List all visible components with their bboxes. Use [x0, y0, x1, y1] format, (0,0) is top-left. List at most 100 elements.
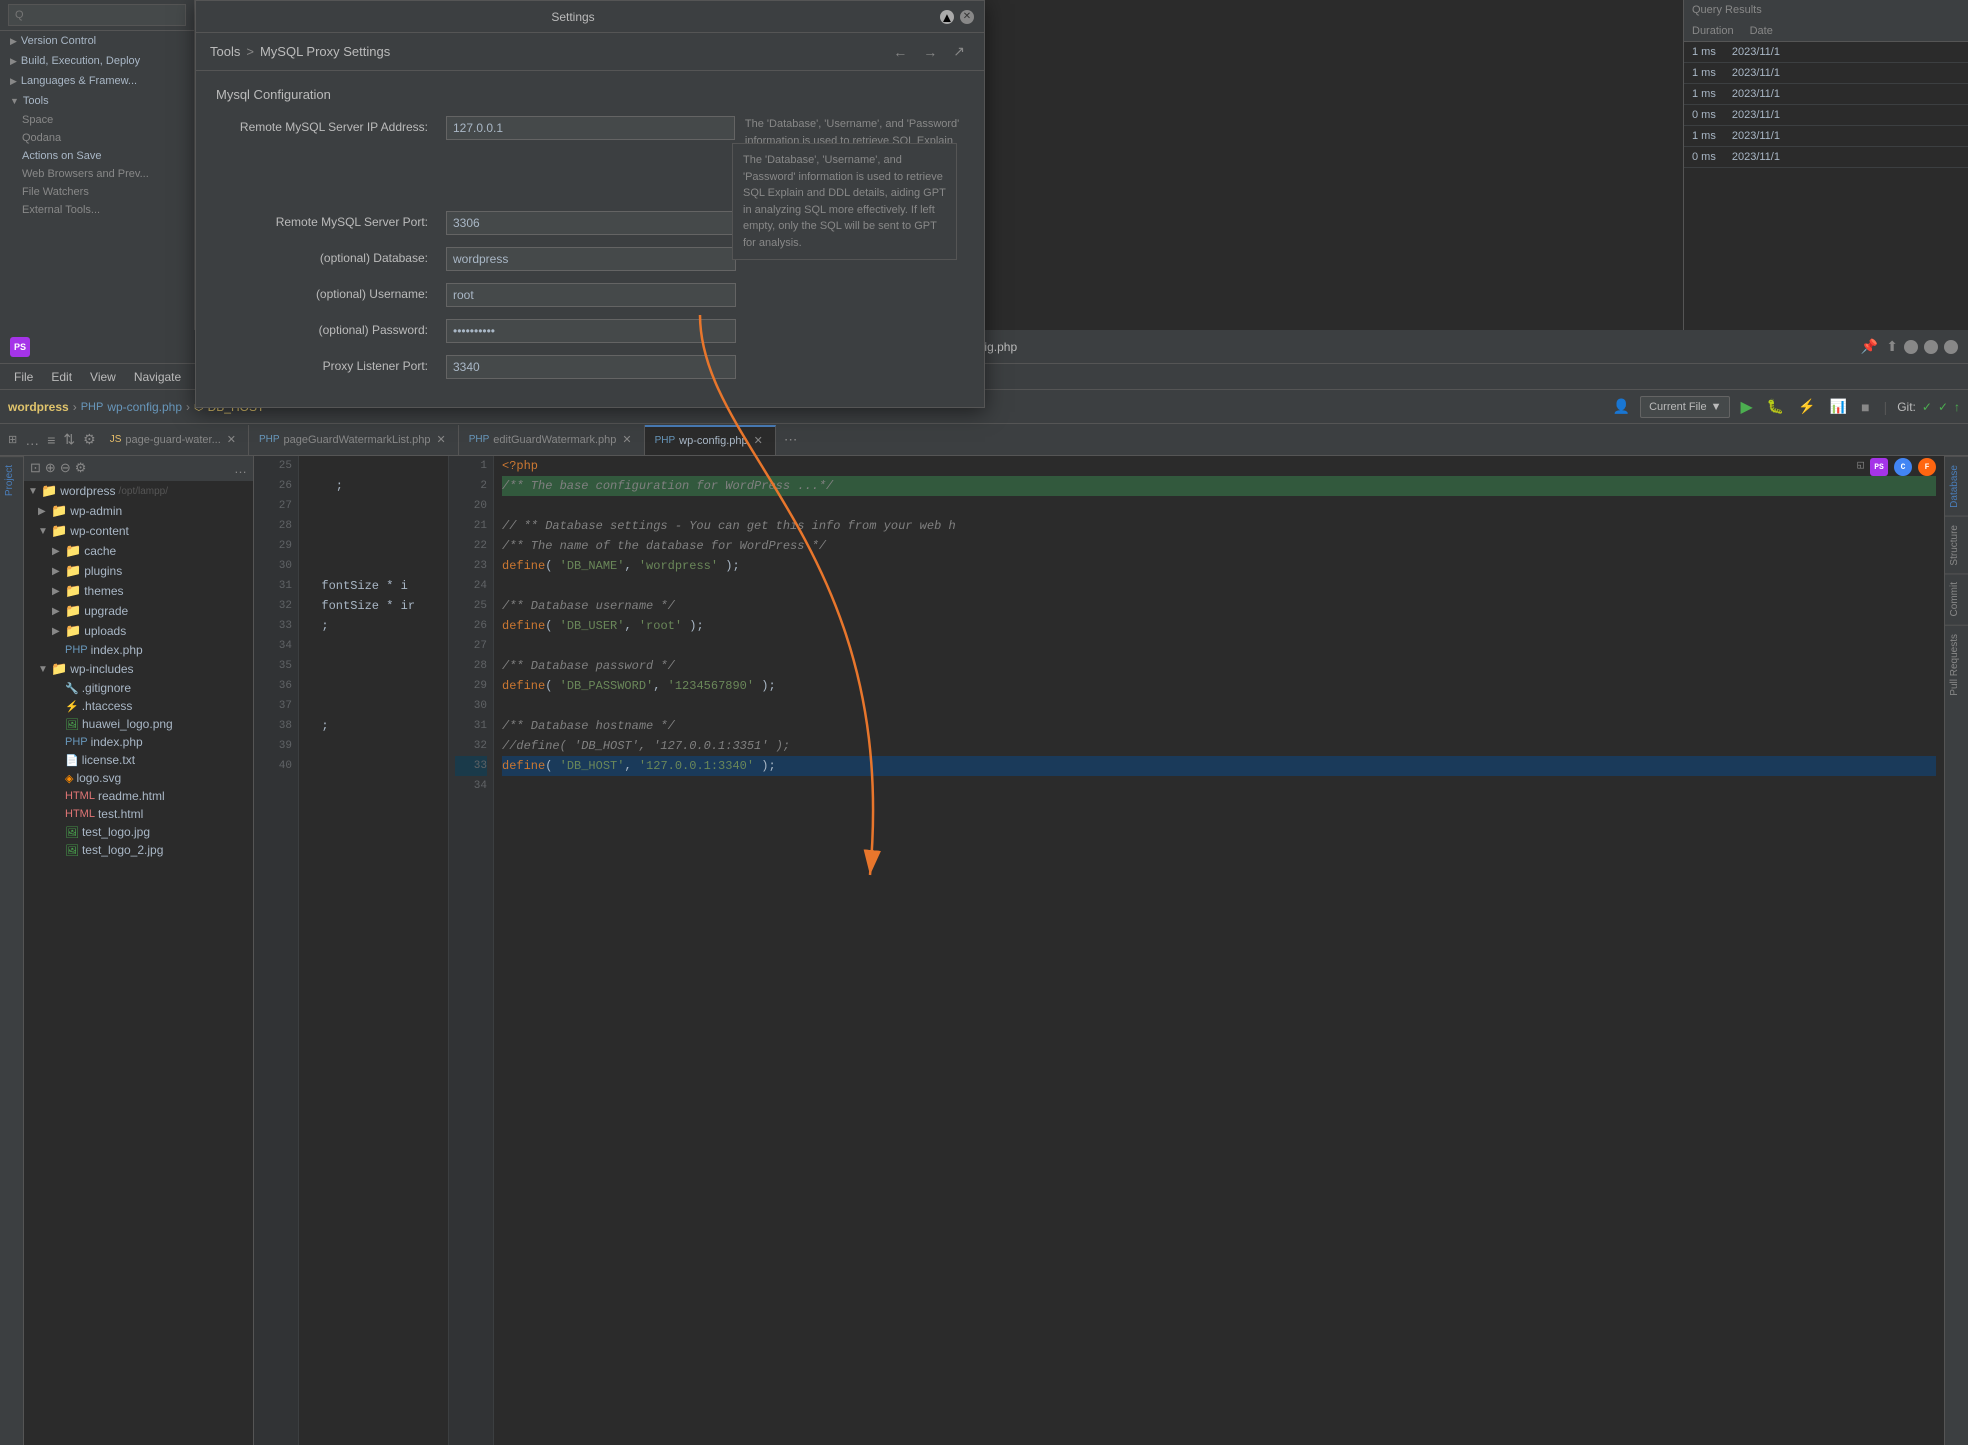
ln-30: 30 [260, 556, 292, 576]
tab-close-edit-guard[interactable]: ✕ [620, 433, 633, 446]
panel-label-project[interactable]: Project [0, 456, 23, 504]
right-panel-commit[interactable]: Commit [1945, 573, 1968, 624]
tab-close-wp-config[interactable]: ✕ [752, 434, 765, 447]
tree-item-index-php-1[interactable]: ▶ PHP index.php [24, 641, 253, 659]
tree-item-test-logo-2[interactable]: ▶ 🖼 test_logo_2.jpg [24, 841, 253, 859]
password-input[interactable] [446, 319, 736, 343]
tree-item-cache[interactable]: ▶ 📁 cache [24, 541, 253, 561]
tab-more-button[interactable]: ⋯ [776, 428, 805, 452]
tab-page-guard-list[interactable]: PHP pageGuardWatermarkList.php ✕ [249, 425, 459, 455]
tree-item-htaccess[interactable]: ▶ ⚡ .htaccess [24, 697, 253, 715]
sidebar-item-tools[interactable]: ▼ Tools [0, 91, 194, 111]
tree-btn-settings[interactable]: ⚙ [75, 460, 87, 476]
tab-edit-guard[interactable]: PHP editGuardWatermark.php ✕ [459, 425, 645, 455]
database-input[interactable] [446, 247, 736, 271]
sidebar-item-qodana[interactable]: Qodana [0, 129, 194, 147]
code-area-left[interactable]: ; fontSize * i fontSize * ir ; ; [299, 456, 448, 1445]
tab-close-page-guard[interactable]: ✕ [225, 433, 238, 446]
tree-item-uploads[interactable]: ▶ 📁 uploads [24, 621, 253, 641]
remote-ip-input[interactable] [446, 116, 735, 140]
query-results-panel: Query Results Duration Date 1 ms 2023/11… [1683, 0, 1968, 330]
tree-item-root[interactable]: ▼ 📁 wordpress /opt/lampp/ [24, 481, 253, 501]
tree-item-gitignore[interactable]: ▶ 🔧 .gitignore [24, 679, 253, 697]
tree-item-readme[interactable]: ▶ HTML readme.html [24, 787, 253, 805]
tree-btn-split[interactable]: ⊡ [30, 460, 41, 476]
stop-button[interactable]: ■ [1857, 397, 1873, 417]
sidebar-item-version-control[interactable]: ▶ Version Control [0, 31, 194, 51]
tree-item-plugins[interactable]: ▶ 📁 plugins [24, 561, 253, 581]
remote-port-input[interactable] [446, 211, 736, 235]
tab-wp-config[interactable]: PHP wp-config.php ✕ [645, 425, 776, 455]
tree-item-test-html[interactable]: ▶ HTML test.html [24, 805, 253, 823]
tree-item-wp-content[interactable]: ▼ 📁 wp-content [24, 521, 253, 541]
sidebar-item-file-watchers[interactable]: File Watchers [0, 183, 194, 201]
tab-settings-btn[interactable]: ⚙ [79, 429, 100, 450]
tree-item-wp-admin[interactable]: ▶ 📁 wp-admin [24, 501, 253, 521]
tab-close-guard-list[interactable]: ✕ [434, 433, 447, 446]
code-r28: /** Database password */ [502, 656, 1936, 676]
tree-btn-collapse[interactable]: ⊖ [60, 460, 71, 476]
file-icon-htaccess: ⚡ [65, 700, 79, 713]
right-panel-structure[interactable]: Structure [1945, 516, 1968, 574]
settings-nav-back[interactable]: ← [888, 42, 912, 62]
tree-item-logo-svg[interactable]: ▶ ◈ logo.svg [24, 769, 253, 787]
tree-btn-expand[interactable]: ⊕ [45, 460, 56, 476]
sidebar-item-build-execution[interactable]: ▶ Build, Execution, Deploy [0, 51, 194, 71]
settings-close-button[interactable]: ✕ [960, 10, 974, 24]
tree-item-license[interactable]: ▶ 📄 license.txt [24, 751, 253, 769]
tree-item-themes[interactable]: ▶ 📁 themes [24, 581, 253, 601]
code-area-right[interactable]: <?php /** The base configuration for Wor… [494, 456, 1944, 1445]
tree-label-index-php-root: index.php [91, 735, 143, 749]
password-label: (optional) Password: [216, 319, 436, 337]
run-button[interactable]: ▶ [1736, 395, 1756, 419]
sidebar-item-external-tools[interactable]: External Tools... [0, 201, 194, 219]
code-line-l33: ; [307, 616, 440, 636]
fold-icon[interactable]: ◱ [1857, 458, 1864, 476]
tab-collapse-btn[interactable]: ⇅ [59, 429, 79, 450]
code-r-blank3 [502, 636, 1936, 656]
expand-icon[interactable]: ⬆ [1886, 338, 1898, 355]
file-tree[interactable]: ⊡ ⊕ ⊖ ⚙ … ▼ 📁 wordpress /opt/lampp/ ▶ 📁 [24, 456, 254, 1445]
sidebar-item-languages[interactable]: ▶ Languages & Framew... [0, 71, 194, 91]
tree-btn-more[interactable]: … [234, 461, 247, 476]
ide-maximize-button[interactable] [1924, 340, 1938, 354]
folder-icon-wp-content: 📁 [51, 523, 67, 539]
right-panel-database[interactable]: Database [1945, 456, 1968, 516]
proxy-port-input[interactable] [446, 355, 736, 379]
tree-label-htaccess: .htaccess [82, 699, 133, 713]
menu-edit[interactable]: Edit [43, 368, 80, 386]
sidebar-item-web-browsers[interactable]: Web Browsers and Prev... [0, 165, 194, 183]
tab-scroll-left[interactable]: … [21, 430, 43, 450]
sidebar-item-space[interactable]: Space [0, 111, 194, 129]
settings-search-input[interactable] [8, 4, 186, 26]
tree-item-huawei-logo[interactable]: ▶ 🖼 huawei_logo.png [24, 715, 253, 733]
coverage-button[interactable]: ⚡ [1794, 396, 1819, 417]
toolbar-avatar-btn[interactable]: 👤 [1609, 396, 1634, 417]
ide-minimize-button[interactable] [1904, 340, 1918, 354]
tab-split-btn[interactable]: ⊞ [4, 431, 21, 448]
right-panel-pull-requests[interactable]: Pull Requests [1945, 625, 1968, 704]
settings-minimize-button[interactable]: ▲ [940, 10, 954, 24]
menu-file[interactable]: File [6, 368, 41, 386]
sidebar-item-actions-on-save[interactable]: Actions on Save [0, 147, 194, 165]
profile-button[interactable]: 📊 [1826, 396, 1851, 417]
tree-item-wp-includes[interactable]: ▼ 📁 wp-includes [24, 659, 253, 679]
html-icon-readme: HTML [65, 790, 95, 802]
tab-php-icon-3: PHP [655, 435, 676, 446]
ide-close-button[interactable] [1944, 340, 1958, 354]
menu-navigate[interactable]: Navigate [126, 368, 189, 386]
tree-item-upgrade[interactable]: ▶ 📁 upgrade [24, 601, 253, 621]
ln-35: 35 [260, 656, 292, 676]
settings-external-link[interactable]: ↗ [948, 41, 970, 62]
tab-tree-btn[interactable]: ≡ [43, 430, 59, 450]
settings-nav-forward[interactable]: → [918, 42, 942, 62]
current-file-dropdown[interactable]: Current File ▼ [1640, 396, 1730, 418]
debug-button[interactable]: 🐛 [1763, 396, 1788, 417]
menu-view[interactable]: View [82, 368, 124, 386]
code-r29: define( 'DB_PASSWORD', '1234567890' ); [502, 676, 1936, 696]
tab-page-guard[interactable]: JS page-guard-water... ✕ [100, 425, 249, 455]
tree-item-index-php-root[interactable]: ▶ PHP index.php [24, 733, 253, 751]
pin-icon[interactable]: 📌 [1861, 338, 1878, 355]
tree-item-test-logo[interactable]: ▶ 🖼 test_logo.jpg [24, 823, 253, 841]
username-input[interactable] [446, 283, 736, 307]
